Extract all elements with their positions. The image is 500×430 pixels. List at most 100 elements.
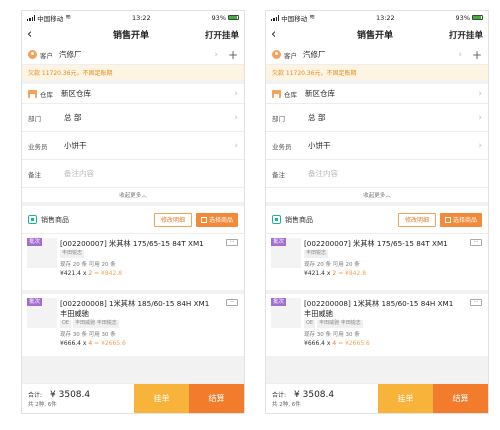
hold-order-button[interactable]: 挂单 xyxy=(134,384,189,413)
customer-row[interactable]: 客户 汽修厂 › + xyxy=(266,45,488,65)
item-price: ¥666.4 x 4 = ¥2665.6 xyxy=(304,339,370,347)
collapse-more-toggle[interactable]: 收起更多 ︿ xyxy=(22,188,244,202)
salesman-row[interactable]: 业务员 小饼干 › xyxy=(266,132,488,160)
sum-count: 共 2种, 6件 xyxy=(28,401,57,408)
page-title: 销售开单 xyxy=(112,31,149,41)
nav-bar: ‹ 销售开单 打开挂单 xyxy=(22,24,244,45)
signal-icon xyxy=(27,14,36,21)
dept-label: 部门 xyxy=(28,114,41,123)
salesman-value: 小饼干 xyxy=(64,141,87,150)
add-customer-icon[interactable]: + xyxy=(472,48,482,62)
signal-icon xyxy=(271,14,280,21)
customer-icon xyxy=(272,50,281,59)
item-name: [002200007] 米其林 175/65-15 84T XM1 xyxy=(304,239,448,248)
dept-row[interactable]: 部门 总 部 › xyxy=(266,104,488,132)
note-row[interactable]: 备注 备注内容 xyxy=(22,160,244,188)
carrier-label: 中国移动 xyxy=(281,14,308,23)
warehouse-row[interactable]: 仓库 新区仓库 › xyxy=(22,84,244,104)
batch-badge: 批次 xyxy=(271,238,287,247)
warehouse-icon xyxy=(272,89,281,98)
salesman-label: 业务员 xyxy=(28,142,48,151)
warehouse-row[interactable]: 仓库 新区仓库 › xyxy=(266,84,488,104)
customer-icon xyxy=(28,50,37,59)
status-bar: 中国移动 ≋ 13:22 93% xyxy=(22,11,244,24)
checkout-button[interactable]: 结算 xyxy=(189,384,244,413)
select-goods-button[interactable]: 选择商品 xyxy=(195,212,238,227)
item-name: [002200008] 1米其林 185/60-15 84H XM1 xyxy=(304,299,454,308)
item-tag: 丰田威驰 丰田锐志 xyxy=(73,320,119,328)
item-stock: 现存 30 条 可用 30 条 xyxy=(60,331,116,338)
goods-title: 销售商品 xyxy=(41,215,69,224)
open-held-orders-button[interactable]: 打开挂单 xyxy=(205,29,239,41)
status-time: 13:22 xyxy=(131,13,151,22)
nav-bar: ‹ 销售开单 打开挂单 xyxy=(266,24,488,45)
back-chevron-icon[interactable]: ‹ xyxy=(271,28,301,41)
note-label: 备注 xyxy=(28,170,41,179)
phone-screen-right: 中国移动 ≋ 13:22 93% ‹ 销售开单 打开挂单 客户 汽修厂 › + … xyxy=(265,10,489,414)
scan-icon xyxy=(200,216,207,223)
salesman-row[interactable]: 业务员 小饼干 › xyxy=(22,132,244,160)
sum-amount: ¥ 3508.4 xyxy=(50,389,91,400)
chevron-right-icon: › xyxy=(234,112,238,123)
customer-value: 汽修厂 xyxy=(59,50,82,59)
note-row[interactable]: 备注 备注内容 xyxy=(266,160,488,188)
back-chevron-icon[interactable]: ‹ xyxy=(27,28,57,41)
list-item[interactable]: 批次 ··· [002200007] 米其林 175/65-15 84T XM1… xyxy=(266,234,488,294)
more-icon[interactable]: ··· xyxy=(470,239,482,246)
open-held-orders-button[interactable]: 打开挂单 xyxy=(449,29,483,41)
customer-row[interactable]: 客户 汽修厂 › + xyxy=(22,45,244,65)
more-icon[interactable]: ··· xyxy=(226,239,238,246)
chevron-up-icon: ︿ xyxy=(141,193,147,199)
battery-percent: 93% xyxy=(211,13,226,22)
phone-screen-left: 中国移动 ≋ 13:22 93% ‹ 销售开单 打开挂单 客户 汽修厂 › + … xyxy=(21,10,245,414)
sum-count: 共 2种, 6件 xyxy=(272,401,301,408)
warehouse-label: 仓库 xyxy=(40,90,53,99)
carrier-label: 中国移动 xyxy=(37,14,64,23)
item-tag: 丰田锐志 xyxy=(304,250,329,258)
debt-notice: 欠款 11720.36元，不固定账期 xyxy=(266,65,488,80)
chevron-right-icon: › xyxy=(478,88,482,99)
edit-details-button[interactable]: 修改明细 xyxy=(153,212,192,227)
batch-badge: 批次 xyxy=(27,238,43,247)
sum-label: 合计: xyxy=(28,391,43,399)
chevron-right-icon: › xyxy=(234,140,238,151)
dept-value: 总 部 xyxy=(308,113,326,122)
chevron-right-icon: › xyxy=(478,112,482,123)
add-customer-icon[interactable]: + xyxy=(228,48,238,62)
status-time: 13:22 xyxy=(375,13,395,22)
more-icon[interactable]: ··· xyxy=(226,299,238,306)
goods-title: 销售商品 xyxy=(285,215,313,224)
page-title: 销售开单 xyxy=(356,31,393,41)
battery-icon xyxy=(472,15,483,20)
edit-details-button[interactable]: 修改明细 xyxy=(397,212,436,227)
chevron-right-icon: › xyxy=(458,49,462,60)
list-item[interactable]: 批次 ··· [002200008] 1米其林 185/60-15 84H XM… xyxy=(266,294,488,360)
select-goods-button[interactable]: 选择商品 xyxy=(439,212,482,227)
note-input[interactable]: 备注内容 xyxy=(308,168,482,179)
more-icon[interactable]: ··· xyxy=(470,299,482,306)
status-bar: 中国移动 ≋ 13:22 93% xyxy=(266,11,488,24)
item-price: ¥421.4 x 2 = ¥842.8 xyxy=(60,269,123,277)
chevron-right-icon: › xyxy=(214,49,218,60)
item-stock: 现存 20 条 可用 20 条 xyxy=(304,261,360,268)
warehouse-icon xyxy=(28,89,37,98)
item-price: ¥421.4 x 2 = ¥842.8 xyxy=(304,269,367,277)
dept-value: 总 部 xyxy=(64,113,82,122)
battery-percent: 93% xyxy=(455,13,470,22)
hold-order-button[interactable]: 挂单 xyxy=(378,384,433,413)
batch-badge: 批次 xyxy=(27,298,43,307)
item-name: [002200008] 1米其林 185/60-15 84H XM1 xyxy=(60,299,210,308)
wifi-icon: ≋ xyxy=(65,13,72,21)
list-item[interactable]: 批次 ··· [002200007] 米其林 175/65-15 84T XM1… xyxy=(22,234,244,294)
debt-notice: 欠款 11720.36元，不固定账期 xyxy=(22,65,244,80)
checkout-button[interactable]: 结算 xyxy=(433,384,488,413)
dept-row[interactable]: 部门 总 部 › xyxy=(22,104,244,132)
chevron-right-icon: › xyxy=(478,140,482,151)
item-tag: OE xyxy=(60,320,72,328)
dept-label: 部门 xyxy=(272,114,285,123)
chevron-up-icon: ︿ xyxy=(385,193,391,199)
salesman-value: 小饼干 xyxy=(308,141,331,150)
note-input[interactable]: 备注内容 xyxy=(64,168,238,179)
collapse-more-toggle[interactable]: 收起更多 ︿ xyxy=(266,188,488,202)
list-item[interactable]: 批次 ··· [002200008] 1米其林 185/60-15 84H XM… xyxy=(22,294,244,360)
